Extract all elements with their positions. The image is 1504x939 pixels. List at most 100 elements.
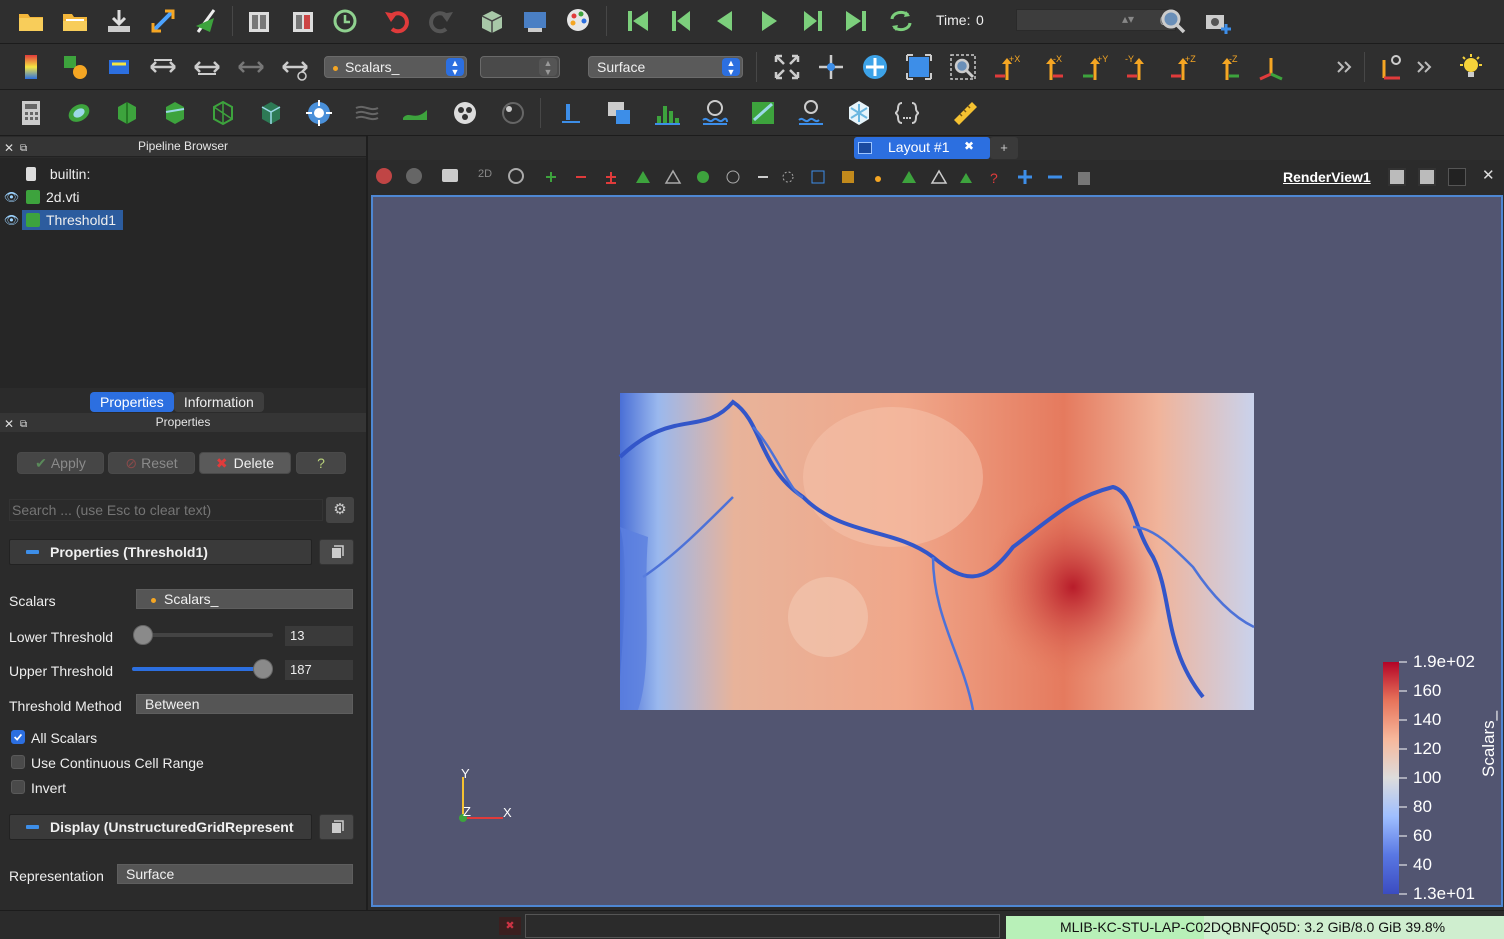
undock-icon[interactable]: ⧉ (20, 139, 27, 158)
loop-icon[interactable] (886, 6, 916, 36)
properties-section-header[interactable]: Properties (Threshold1) (9, 539, 312, 565)
visibility-eye-icon[interactable]: 👁 (4, 210, 19, 230)
gear-icon[interactable]: ⚙ (326, 497, 354, 523)
split-horizontal-icon[interactable] (1388, 168, 1406, 186)
color-legend-icon[interactable] (16, 52, 46, 82)
color-palette-icon[interactable] (564, 6, 594, 36)
plot-over-line-chart-icon[interactable] (748, 98, 778, 128)
search-input[interactable] (9, 499, 323, 521)
zoom-icon[interactable] (508, 168, 524, 184)
camera-redo-icon[interactable] (520, 6, 550, 36)
set-view-minus-y-icon[interactable]: -Y (1124, 52, 1154, 82)
zoom-closest-icon[interactable] (904, 52, 934, 82)
first-frame-icon[interactable] (622, 6, 652, 36)
invert-checkbox[interactable] (11, 780, 25, 794)
save-data-icon[interactable] (104, 6, 134, 36)
camera-undo-icon[interactable] (476, 6, 506, 36)
rescale-data-range-icon[interactable] (104, 52, 134, 82)
tab-information[interactable]: Information (173, 392, 264, 412)
pipeline-item-threshold1[interactable]: 👁 Threshold1 (0, 210, 366, 230)
clip-icon[interactable] (112, 98, 142, 128)
delete-button[interactable]: ✖ Delete (199, 452, 291, 474)
python-script-icon[interactable] (892, 98, 922, 128)
extract-subset-icon[interactable] (256, 98, 286, 128)
selection-tools[interactable]: ? (540, 166, 1100, 188)
copy-display-button[interactable] (319, 814, 354, 840)
color-legend[interactable] (1383, 661, 1407, 895)
zoom-to-data-icon[interactable] (1158, 6, 1188, 36)
maximize-icon[interactable] (1448, 168, 1466, 186)
last-frame-icon[interactable] (842, 6, 872, 36)
plot-data-over-time-icon[interactable] (700, 98, 730, 128)
next-frame-icon[interactable] (798, 6, 828, 36)
slice-icon[interactable] (160, 98, 190, 128)
camera-icon[interactable] (442, 169, 458, 182)
timer-icon[interactable] (330, 6, 360, 36)
tab-properties[interactable]: Properties (90, 392, 174, 412)
play-icon[interactable] (754, 6, 784, 36)
pipeline-item-2d-vti[interactable]: 👁 2d.vti (0, 187, 366, 207)
orientation-axes-icon[interactable] (1376, 52, 1406, 82)
group-datasets-icon[interactable] (450, 98, 480, 128)
time-spinner-icon[interactable]: ▴▾ (1122, 12, 1134, 26)
upper-threshold-handle[interactable] (253, 659, 273, 679)
overflow-chevron-icon[interactable] (1410, 52, 1440, 82)
rescale-temporal-range-icon[interactable] (236, 52, 266, 82)
threshold-method-select[interactable]: Between (136, 694, 353, 714)
reset-camera-closest-icon[interactable] (816, 52, 846, 82)
reset-camera-icon[interactable] (772, 52, 802, 82)
split-vertical-icon[interactable] (1418, 168, 1436, 186)
apply-button[interactable]: ✔ Apply (17, 452, 104, 474)
open-file-icon[interactable] (16, 6, 46, 36)
isometric-view-icon[interactable] (1256, 52, 1286, 82)
visibility-eye-icon[interactable]: 👁 (4, 187, 19, 207)
display-section-header[interactable]: Display (UnstructuredGridRepresent (9, 814, 312, 840)
ruler-icon[interactable] (950, 98, 980, 128)
save-state-icon[interactable] (288, 6, 318, 36)
rescale-over-time-icon[interactable] (280, 52, 310, 82)
calculator-icon[interactable] (16, 98, 46, 128)
lower-threshold-slider[interactable] (142, 633, 273, 637)
copy-properties-button[interactable] (319, 539, 354, 565)
reset-button[interactable]: ⊘ Reset (108, 452, 195, 474)
plot-selection-over-time-icon[interactable] (796, 98, 826, 128)
previous-frame-icon[interactable] (666, 6, 696, 36)
pipeline-item-builtin[interactable]: builtin: (26, 164, 90, 184)
redo-icon[interactable] (426, 6, 456, 36)
lower-threshold-handle[interactable] (133, 625, 153, 645)
edit-color-map-icon[interactable] (60, 52, 90, 82)
warp-by-vector-icon[interactable] (400, 98, 430, 128)
help-button[interactable]: ? (296, 452, 346, 474)
overflow-chevron-icon[interactable] (1330, 52, 1360, 82)
toggle-2d-button[interactable]: 2D (478, 168, 492, 180)
close-tab-icon[interactable]: ✖ (964, 139, 974, 153)
play-backward-icon[interactable] (710, 6, 740, 36)
probe-location-icon[interactable] (556, 98, 586, 128)
contour-icon[interactable] (64, 98, 94, 128)
add-layout-button[interactable]: + (990, 137, 1018, 159)
reset-interaction-icon[interactable] (406, 168, 422, 184)
plot-over-line-icon[interactable] (604, 98, 634, 128)
set-view-plus-z-icon[interactable]: +Z (1168, 52, 1198, 82)
light-kit-icon[interactable] (1456, 52, 1486, 82)
histogram-icon[interactable] (652, 98, 682, 128)
zoom-to-box-icon[interactable] (860, 52, 890, 82)
snowflake-icon[interactable] (844, 98, 874, 128)
set-view-plus-y-icon[interactable]: +Y (1080, 52, 1110, 82)
render-view[interactable]: Y X Z 1.9e+02 160 140 120 100 80 60 40 1.3e+01 S… (371, 195, 1503, 907)
stream-tracer-icon[interactable] (352, 98, 382, 128)
set-view-plus-x-icon[interactable]: +X (992, 52, 1022, 82)
view-name-label[interactable]: RenderView1 (1283, 169, 1371, 185)
time-step-input[interactable] (1016, 9, 1176, 31)
representation-field[interactable]: Surface (117, 864, 353, 884)
load-state-icon[interactable] (244, 6, 274, 36)
extract-level-icon[interactable] (498, 98, 528, 128)
representation-select[interactable]: Surface ▲ ▼ (588, 56, 743, 78)
capture-view-icon[interactable] (376, 168, 392, 184)
set-view-minus-z-icon[interactable]: -Z (1212, 52, 1242, 82)
add-camera-link-icon[interactable] (1202, 6, 1232, 36)
interactive-zoom-icon[interactable] (948, 52, 978, 82)
output-errors-icon[interactable]: ✖ (499, 917, 521, 935)
threshold-icon[interactable] (208, 98, 238, 128)
render-canvas[interactable] (373, 197, 1501, 905)
